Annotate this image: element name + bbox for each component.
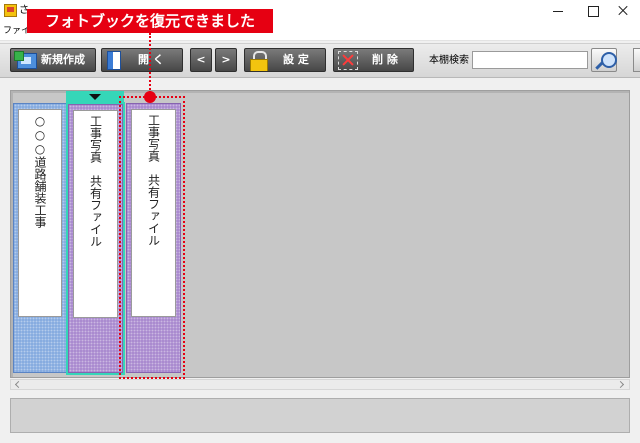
binder-title: ○○○道路舗装工事 bbox=[33, 114, 47, 228]
book-icon bbox=[107, 51, 121, 70]
callout-pointer-dot bbox=[144, 91, 156, 103]
app-window: さ ファイル 新規作成 開 く < > 設 定 削 除 本棚検索 ○○○道路舗装… bbox=[0, 0, 640, 443]
binder-title: 工事写真 共有ファイル bbox=[88, 115, 103, 247]
maximize-icon[interactable] bbox=[576, 0, 610, 22]
callout-banner: フォトブックを復元できました bbox=[27, 9, 273, 33]
search-button[interactable] bbox=[591, 48, 617, 72]
settings-button[interactable]: 設 定 bbox=[244, 48, 326, 72]
scroll-right-icon[interactable] bbox=[617, 382, 623, 388]
binder-spine-label: ○○○道路舗装工事 bbox=[18, 109, 62, 317]
delete-label: 削 除 bbox=[372, 53, 398, 66]
settings-label: 設 定 bbox=[283, 53, 309, 66]
binder-spine-label: 工事写真 共有ファイル bbox=[73, 110, 118, 318]
callout-message: フォトブックを復元できました bbox=[44, 12, 255, 30]
selected-binder-tab bbox=[66, 91, 124, 104]
close-icon[interactable] bbox=[606, 0, 640, 22]
binder[interactable]: ○○○道路舗装工事 bbox=[13, 103, 67, 373]
callout-leader-line bbox=[149, 33, 151, 93]
bottom-panel bbox=[10, 398, 630, 433]
chevron-right-icon: > bbox=[221, 53, 231, 66]
prev-button[interactable]: < bbox=[190, 48, 212, 72]
shelf-search-label: 本棚検索 bbox=[429, 55, 469, 66]
new-bookshelf-button[interactable]: 新規作成 bbox=[10, 48, 96, 72]
minimize-icon[interactable] bbox=[541, 0, 575, 22]
open-button[interactable]: 開 く bbox=[101, 48, 183, 72]
new-bookshelf-icon bbox=[14, 51, 37, 69]
shelf-search-input[interactable] bbox=[472, 51, 588, 69]
next-button[interactable]: > bbox=[215, 48, 237, 72]
delete-icon bbox=[338, 51, 358, 70]
magnifier-icon bbox=[592, 49, 617, 71]
new-bookshelf-label: 新規作成 bbox=[41, 53, 85, 66]
app-icon bbox=[4, 4, 17, 17]
toolbar-overflow-button[interactable] bbox=[633, 48, 640, 72]
chevron-left-icon: < bbox=[196, 53, 206, 66]
highlight-frame bbox=[119, 96, 185, 379]
binder-selected[interactable]: 工事写真 共有ファイル bbox=[66, 102, 125, 375]
scroll-left-icon[interactable] bbox=[15, 382, 21, 388]
delete-button[interactable]: 削 除 bbox=[333, 48, 414, 72]
lock-icon bbox=[250, 51, 268, 71]
horizontal-scrollbar[interactable] bbox=[10, 379, 630, 390]
chevron-down-icon bbox=[89, 94, 101, 101]
